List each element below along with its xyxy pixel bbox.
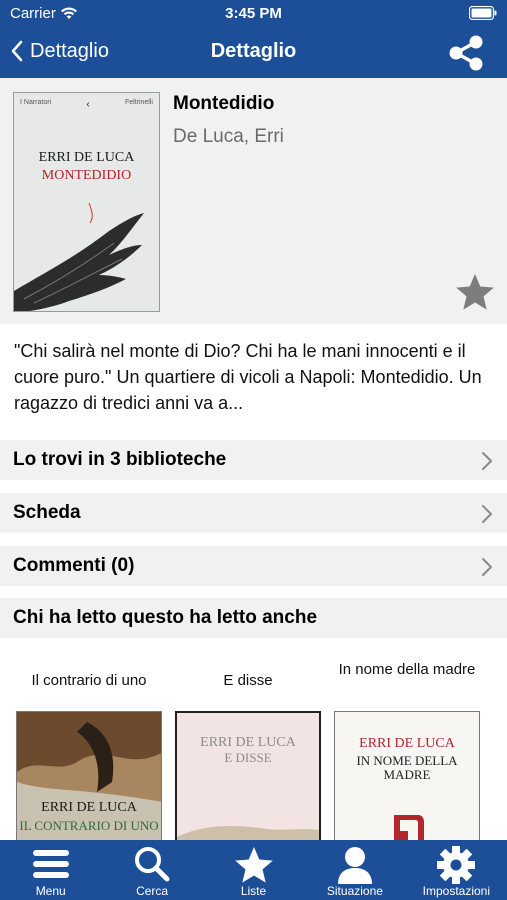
status-bar: Carrier 3:45 PM xyxy=(0,0,507,28)
tab-menu[interactable]: Menu xyxy=(0,840,101,900)
book-author: De Luca, Erri xyxy=(173,126,284,147)
libraries-label: Lo trovi in 3 biblioteche xyxy=(13,449,227,470)
book-title: Montedidio xyxy=(173,93,275,114)
related-book-title: Il contrario di uno xyxy=(31,672,147,689)
tab-bar: Menu Cerca Liste Situazione Impostazioni xyxy=(0,840,507,900)
book-cover[interactable]: I Narratori ‹ Feltrinelli ERRI DE LUCA M… xyxy=(13,92,160,312)
chevron-left-icon xyxy=(11,40,23,62)
share-icon xyxy=(449,35,483,71)
cover-imprint: Feltrinelli xyxy=(124,99,153,106)
related-book-cover[interactable]: ERRI DE LUCA E DISSE xyxy=(175,711,321,851)
related-book-cover[interactable]: ERRI DE LUCA IN NOME DELLA MADRE xyxy=(334,711,480,851)
also-read-header: Chi ha letto questo ha letto anche xyxy=(0,598,507,638)
libraries-row[interactable]: Lo trovi in 3 biblioteche xyxy=(0,440,507,480)
tab-search[interactable]: Cerca xyxy=(101,840,202,900)
cover-series: I Narratori xyxy=(20,99,52,106)
share-button[interactable] xyxy=(447,35,485,76)
tab-label: Cerca xyxy=(136,884,169,898)
menu-icon xyxy=(32,850,69,878)
chevron-right-icon xyxy=(482,558,492,576)
navigation-bar: Dettaglio Dettaglio xyxy=(0,28,507,78)
tab-label: Impostazioni xyxy=(422,884,491,898)
comments-label: Commenti (0) xyxy=(13,555,135,576)
card-row[interactable]: Scheda xyxy=(0,493,507,533)
book-synopsis: "Chi salirà nel monte di Dio? Chi ha le … xyxy=(14,341,482,413)
tab-situation[interactable]: Situazione xyxy=(304,840,405,900)
gear-icon xyxy=(437,846,476,884)
related-book-cover[interactable]: ERRI DE LUCA IL CONTRARIO DI UNO xyxy=(16,711,162,851)
person-icon xyxy=(337,847,372,884)
search-icon xyxy=(135,847,170,882)
cover-author: ERRI DE LUCA xyxy=(38,150,135,165)
star-icon xyxy=(234,847,273,883)
cover-title: IL CONTRARIO DI UNO xyxy=(19,818,159,833)
tab-label: Menu xyxy=(35,884,66,898)
related-book-title: In nome della madre xyxy=(338,661,476,678)
also-read-label: Chi ha letto questo ha letto anche xyxy=(13,607,318,628)
book-header: I Narratori ‹ Feltrinelli ERRI DE LUCA M… xyxy=(0,78,507,324)
card-label: Scheda xyxy=(13,502,81,523)
cover-art xyxy=(177,826,319,849)
cover-author: ERRI DE LUCA xyxy=(41,800,137,815)
back-button-label: Dettaglio xyxy=(30,39,109,62)
related-book-title: E disse xyxy=(223,672,273,689)
tab-label: Situazione xyxy=(326,884,383,898)
favorite-star-icon[interactable] xyxy=(455,273,495,311)
tab-settings[interactable]: Impostazioni xyxy=(406,840,507,900)
cover-title: MONTEDIDIO xyxy=(41,168,132,183)
chevron-right-icon xyxy=(482,452,492,470)
tab-lists[interactable]: Liste xyxy=(203,840,304,900)
cover-title: IN NOME DELLA MADRE xyxy=(356,753,458,782)
clock: 3:45 PM xyxy=(225,5,282,22)
back-button[interactable]: Dettaglio xyxy=(10,39,109,63)
comments-row[interactable]: Commenti (0) xyxy=(0,546,507,586)
related-books: Il contrario di uno ERRI DE LUCA IL CONT… xyxy=(0,650,507,851)
chevron-right-icon xyxy=(482,505,492,523)
cover-publisher-bar: I Narratori ‹ Feltrinelli xyxy=(20,99,153,110)
wing-illustration xyxy=(14,203,144,311)
battery-icon xyxy=(469,6,497,20)
publisher-logo-icon: ‹ xyxy=(86,99,90,110)
cover-author: ERRI DE LUCA xyxy=(359,736,455,751)
tab-label: Liste xyxy=(240,884,267,898)
